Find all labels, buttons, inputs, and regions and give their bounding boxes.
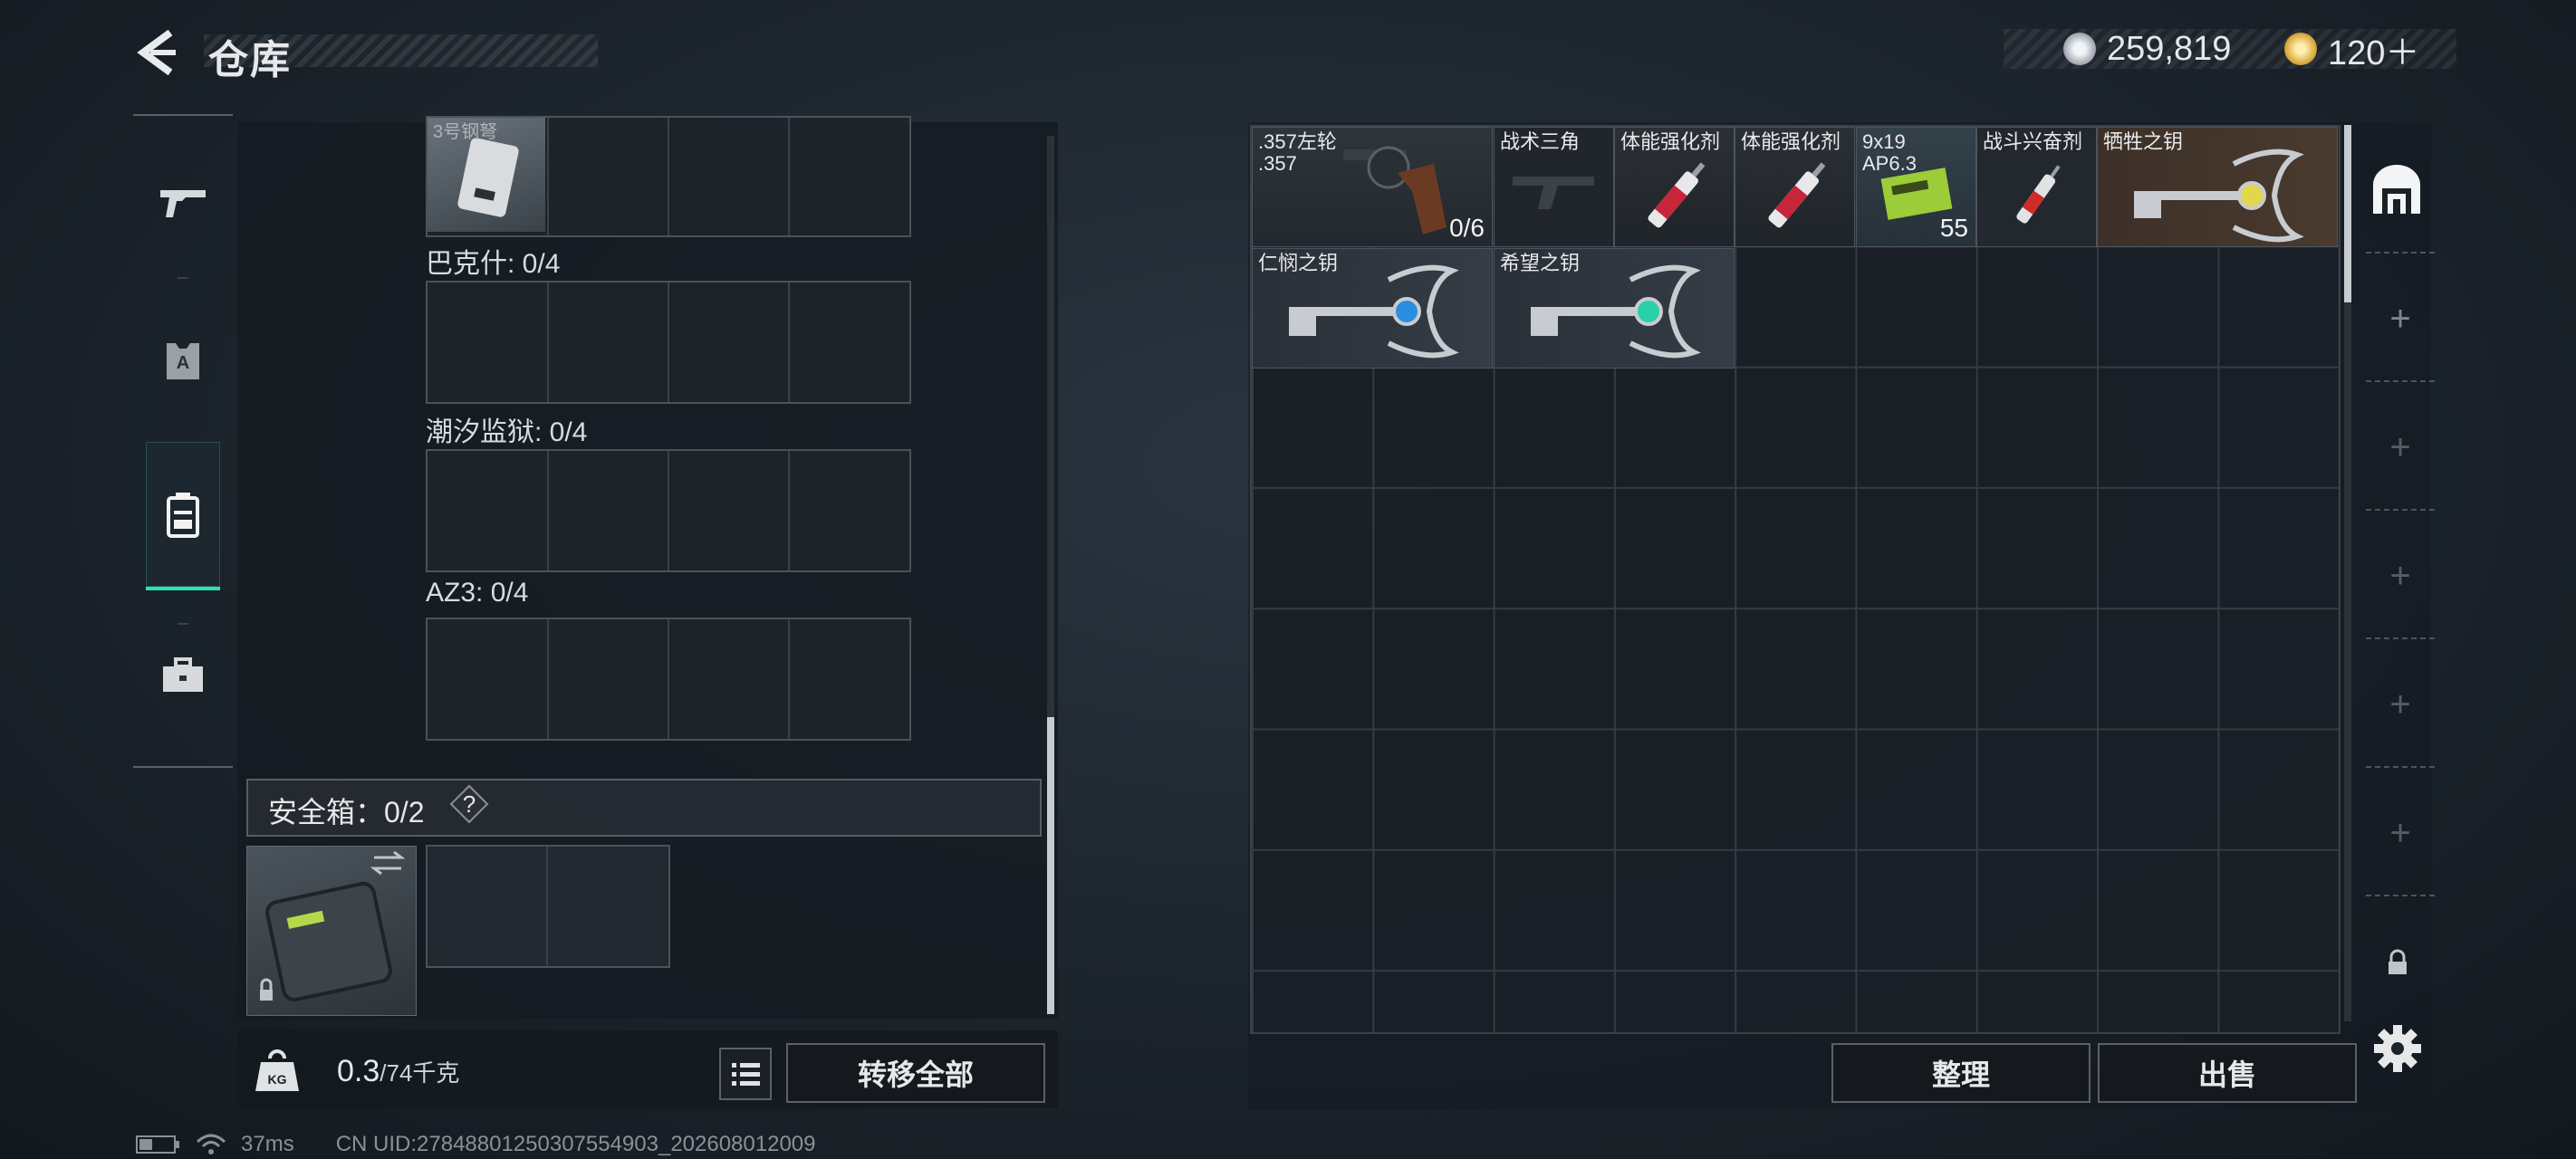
sell-button[interactable]: 出售: [2098, 1043, 2357, 1103]
wifi-icon: [196, 1134, 226, 1154]
currency-silver-value: 259,819: [2107, 29, 2232, 68]
nav-weapon[interactable]: [145, 165, 221, 241]
grid-item-tactical-triangle[interactable]: 战术三角: [1494, 127, 1614, 247]
nav-armor[interactable]: A: [145, 322, 221, 398]
backpack-icon: [167, 493, 199, 538]
weight-max: /74千克: [380, 1059, 460, 1087]
grid-item-mercy-key[interactable]: 仁悯之钥: [1252, 248, 1493, 369]
nav-backpack[interactable]: [145, 476, 221, 552]
grid-item-hope-key[interactable]: 希望之钥: [1494, 248, 1735, 369]
help-icon[interactable]: ?: [449, 784, 489, 824]
container-label: AZ3: 0/4: [426, 578, 529, 608]
list-view-button[interactable]: [719, 1048, 772, 1100]
back-arrow-icon[interactable]: [134, 27, 179, 78]
safe-case-icon: [260, 850, 406, 1002]
currency-bar: 259,819 120＋: [2004, 29, 2456, 72]
arrange-button[interactable]: 整理: [1831, 1043, 2091, 1103]
grid-item-stamina-booster[interactable]: 体能强化剂: [1735, 127, 1855, 247]
armor-icon: A: [167, 343, 199, 379]
nav-toolbox[interactable]: [145, 637, 221, 714]
ping-text: 37ms: [241, 1132, 294, 1156]
settings-gear-icon[interactable]: [2370, 1021, 2425, 1076]
tab-separator: [2366, 380, 2435, 382]
stash-tab-main[interactable]: [2368, 161, 2426, 219]
left-scrollbar-thumb[interactable]: [1047, 717, 1054, 1014]
weight-display: 0.3/74千克: [337, 1054, 459, 1089]
grid-item-sacrifice-key[interactable]: 牺牲之钥: [2097, 127, 2338, 247]
container-slots[interactable]: [426, 281, 911, 404]
safe-box-slots[interactable]: [426, 845, 670, 968]
stash-tab-icon: [2373, 165, 2420, 214]
grid-item-combat-stimulant[interactable]: 战斗兴奋剂: [1976, 127, 2097, 247]
svg-text:A: A: [177, 353, 189, 373]
currency-gold-value: 120＋: [2328, 34, 2420, 72]
safe-box-label: 安全箱：0/2: [268, 796, 425, 829]
add-tab-plus-icon[interactable]: +: [2373, 806, 2427, 860]
container-slots[interactable]: [426, 449, 911, 572]
weapon-icon: [160, 190, 206, 217]
grid-item-ammo[interactable]: 9x19 AP6.3 55: [1856, 127, 1976, 247]
status-bar: 37ms CN UID:2784880125030755490​3_202608…: [136, 1132, 816, 1157]
grid-item-revolver[interactable]: .357左轮 .357 0/6: [1252, 127, 1493, 247]
right-scrollbar-thumb[interactable]: [2344, 125, 2351, 302]
silver-coin-icon: [2063, 33, 2096, 65]
grid-item-stamina-booster[interactable]: 体能强化剂: [1614, 127, 1735, 247]
tab-separator: [2366, 895, 2435, 896]
uid-text: CN UID:2784880125030755490​3_20260801200…: [335, 1132, 816, 1156]
add-tab-plus-icon[interactable]: +: [2373, 677, 2427, 732]
tab-separator: [2366, 766, 2435, 768]
transfer-all-button[interactable]: 转移全部: [786, 1043, 1045, 1103]
container-label: 潮汐监狱: 0/4: [426, 417, 588, 447]
add-tab-plus-icon[interactable]: +: [2373, 420, 2427, 474]
battery-icon: [136, 1135, 179, 1154]
lock-icon: [2386, 949, 2409, 976]
currency-gold[interactable]: 120＋: [2284, 29, 2419, 72]
weight-current: 0.3: [337, 1054, 380, 1088]
svg-text:KG: KG: [268, 1072, 287, 1087]
add-tab-plus-icon[interactable]: +: [2373, 549, 2427, 603]
nav-separator: [178, 277, 188, 279]
weight-icon: KG: [255, 1049, 299, 1091]
list-icon: [732, 1063, 760, 1086]
page-title: 仓库: [208, 38, 292, 82]
container-label: 巴克什: 0/4: [426, 249, 561, 279]
safe-box-item[interactable]: [246, 846, 417, 1016]
container-slots[interactable]: [426, 618, 911, 741]
tab-separator: [2366, 637, 2435, 639]
crossbow-item[interactable]: 3号钢弩: [428, 118, 545, 232]
nav-separator: [178, 623, 188, 625]
help-mark: ?: [462, 790, 476, 818]
toolbox-icon: [163, 657, 203, 692]
tab-separator: [2366, 252, 2435, 254]
gold-coin-icon: [2284, 33, 2317, 65]
add-tab-plus-icon[interactable]: +: [2373, 292, 2427, 346]
currency-silver[interactable]: 259,819: [2063, 29, 2231, 69]
tab-separator: [2366, 509, 2435, 511]
